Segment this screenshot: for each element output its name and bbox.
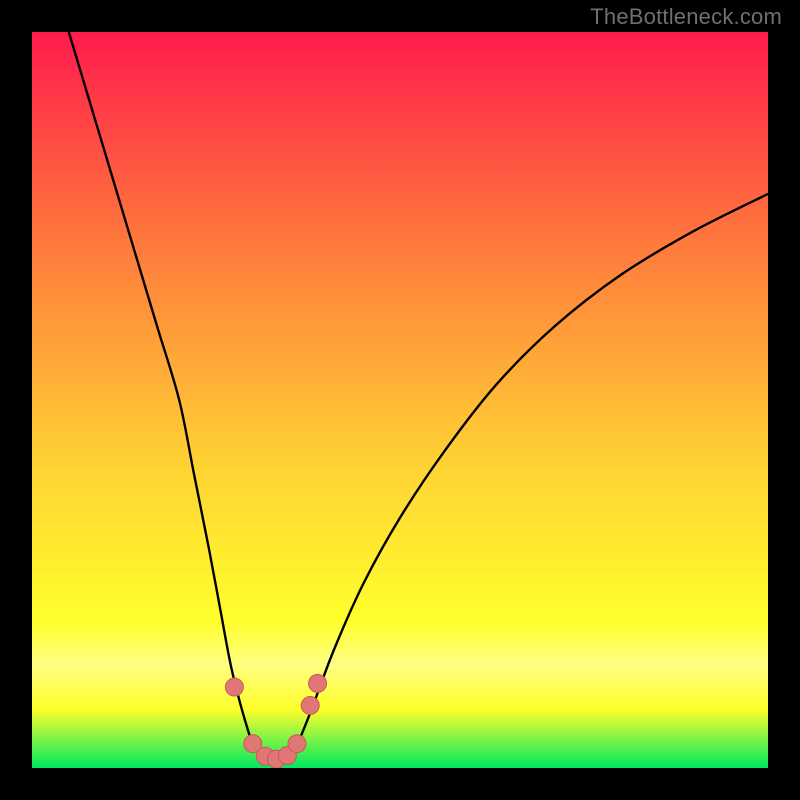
trough-marker	[225, 678, 243, 696]
watermark-label: TheBottleneck.com	[590, 4, 782, 30]
trough-marker	[288, 735, 306, 753]
bottleneck-curve-left	[69, 32, 253, 746]
trough-marker	[301, 696, 319, 714]
chart-frame: TheBottleneck.com	[0, 0, 800, 800]
bottleneck-curve-right	[297, 194, 768, 746]
plot-area	[32, 32, 768, 768]
trough-marker	[309, 674, 327, 692]
curves-layer	[32, 32, 768, 768]
trough-markers	[225, 674, 326, 768]
